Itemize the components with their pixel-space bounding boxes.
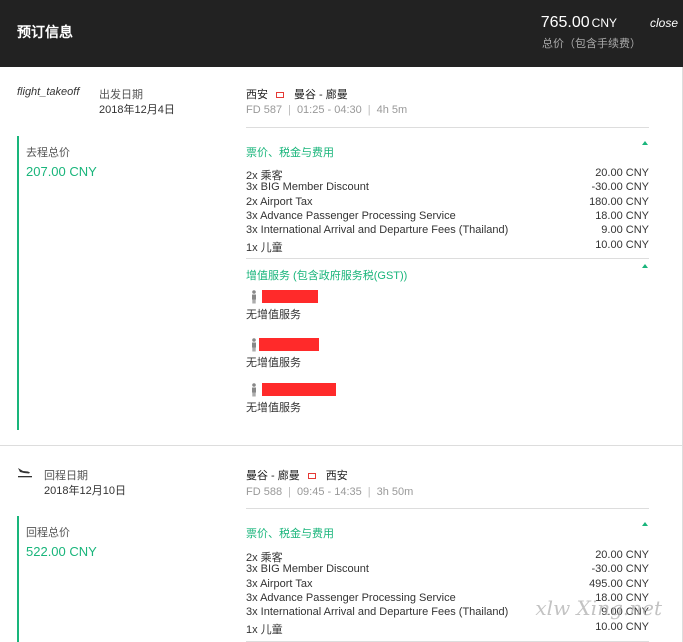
fee-description: 3x Airport Tax [246, 577, 313, 590]
return-fees-title: 票价、税金与费用 [246, 528, 334, 540]
divider [246, 127, 649, 128]
return-total-box: 回程总价 522.00 CNY [17, 516, 97, 642]
person-icon [252, 338, 256, 352]
collapse-fees-caret-icon[interactable] [642, 522, 648, 526]
return-route: 曼谷 - 廊曼 西安 [246, 467, 348, 483]
person-icon [252, 383, 256, 397]
passenger-service-status: 无增值服务 [246, 309, 301, 321]
fee-description: 3x Advance Passenger Processing Service [246, 591, 456, 604]
outbound-date: 2018年12月4日 [99, 104, 175, 116]
fee-value: 10.00 CNY [595, 620, 649, 633]
outbound-total-amount: 207.00 CNY [26, 164, 97, 179]
passenger-service-status: 无增值服务 [246, 357, 301, 369]
outbound-flight-time: 01:25 - 04:30 [296, 104, 362, 116]
return-flight-info: FD 588 | 09:45 - 14:35 | 3h 50m [246, 486, 414, 498]
return-flight-time: 09:45 - 14:35 [296, 486, 362, 498]
outbound-services-title: 增值服务 (包含政府服务税(GST)) [246, 270, 408, 282]
fee-row: 3x International Arrival and Departure F… [246, 224, 649, 236]
fee-value: 9.00 CNY [601, 224, 649, 237]
return-total-label: 回程总价 [26, 527, 70, 539]
fee-value: 10.00 CNY [595, 238, 649, 251]
outbound-total-label: 去程总价 [26, 147, 70, 159]
return-route-to: 西安 [325, 470, 348, 482]
page-title: 预订信息 [17, 24, 73, 40]
fee-value: 495.00 CNY [589, 577, 649, 590]
grand-total: 765.00 CNY [541, 14, 617, 32]
outbound-section: flight_takeoff 出发日期 2018年12月4日 西安 曼谷 - 廊曼… [0, 67, 683, 445]
fee-value: 180.00 CNY [589, 195, 649, 208]
fee-description: 1x 儿童 [246, 241, 283, 254]
return-total-amount: 522.00 CNY [26, 544, 97, 559]
close-button[interactable]: close [650, 16, 678, 30]
fee-description: 1x 儿童 [246, 623, 283, 636]
route-arrow-icon [307, 473, 316, 480]
outbound-date-label: 出发日期 [99, 89, 143, 101]
return-date: 2018年12月10日 [44, 485, 126, 497]
collapse-fees-caret-icon[interactable] [642, 141, 648, 145]
person-icon [252, 290, 256, 304]
outbound-route-from: 西安 [246, 89, 268, 101]
watermark: xlw Xing.net [535, 596, 662, 620]
fee-row: 1x 儿童 10.00 CNY [246, 621, 649, 637]
divider [246, 508, 649, 509]
outbound-fees-title: 票价、税金与费用 [246, 147, 334, 159]
fee-row: 3x BIG Member Discount -30.00 CNY [246, 563, 649, 575]
outbound-flight-info: FD 587 | 01:25 - 04:30 | 4h 5m [246, 104, 408, 116]
outbound-route: 西安 曼谷 - 廊曼 [246, 86, 348, 102]
return-date-label: 回程日期 [44, 470, 88, 482]
return-flight-number: FD 588 [246, 486, 283, 498]
outbound-route-to: 曼谷 - 廊曼 [294, 89, 348, 101]
grand-total-amount: 765.00 [540, 14, 590, 31]
flight-land-icon [18, 468, 32, 478]
fee-description: 3x International Arrival and Departure F… [246, 606, 509, 619]
booking-header: 预订信息 765.00 CNY close 总价（包含手续费） [0, 0, 683, 67]
collapse-services-caret-icon[interactable] [642, 264, 648, 268]
redacted-passenger-name [259, 338, 319, 351]
fee-row: 1x 儿童 10.00 CNY [246, 239, 649, 255]
fee-description: 3x International Arrival and Departure F… [246, 224, 509, 237]
divider [246, 258, 649, 259]
fee-value: -30.00 CNY [591, 563, 649, 576]
booking-panel: flight_takeoff 出发日期 2018年12月4日 西安 曼谷 - 廊曼… [0, 67, 683, 642]
outbound-flight-duration: 4h 5m [376, 104, 408, 116]
fee-value: -30.00 CNY [591, 181, 649, 194]
fee-row: 2x Airport Tax 180.00 CNY [246, 196, 649, 208]
return-route-from: 曼谷 - 廊曼 [246, 470, 300, 482]
fee-row: 3x Airport Tax 495.00 CNY [246, 578, 649, 590]
fee-description: 2x Airport Tax [246, 195, 313, 208]
fee-description: 3x BIG Member Discount [246, 563, 369, 576]
fee-row: 3x Advance Passenger Processing Service 1… [246, 210, 649, 222]
fee-description: 3x BIG Member Discount [246, 181, 369, 194]
route-arrow-icon [276, 92, 284, 99]
grand-total-currency: CNY [591, 16, 617, 30]
fee-value: 18.00 CNY [595, 209, 649, 222]
outbound-total-box: 去程总价 207.00 CNY [17, 136, 97, 430]
passenger-service-status: 无增值服务 [246, 402, 301, 414]
return-flight-duration: 3h 50m [376, 486, 414, 498]
redacted-passenger-name [262, 290, 318, 303]
grand-total-note: 总价（包含手续费） [542, 38, 641, 50]
flight-takeoff-icon: flight_takeoff [17, 86, 80, 98]
fee-description: 3x Advance Passenger Processing Service [246, 209, 456, 222]
redacted-passenger-name [262, 383, 336, 396]
fee-row: 3x BIG Member Discount -30.00 CNY [246, 181, 649, 193]
outbound-flight-number: FD 587 [246, 104, 283, 116]
